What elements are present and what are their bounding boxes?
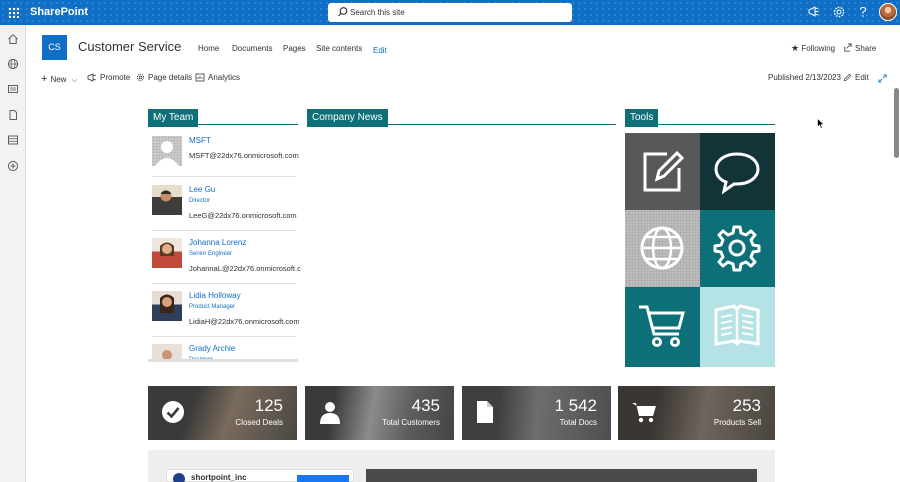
person-photo <box>152 291 182 321</box>
divider <box>152 176 296 177</box>
team-scroll-edge <box>148 359 298 362</box>
page-details-button[interactable]: Page details <box>136 73 192 82</box>
settings-gear-icon[interactable] <box>832 5 846 19</box>
star-icon: ★ <box>791 43 800 53</box>
cart-icon <box>632 403 656 423</box>
gear-icon <box>136 74 145 82</box>
edit-icon <box>643 150 685 192</box>
analytics-icon <box>195 73 205 82</box>
analytics-button[interactable]: Analytics <box>195 73 240 82</box>
megaphone-icon[interactable] <box>807 5 821 19</box>
share-button[interactable]: Share <box>843 43 876 53</box>
team-member[interactable]: Lee Gu Director LeeG@22dx76.onmicrosoft.… <box>152 185 297 225</box>
divider <box>152 283 296 284</box>
nav-site-contents[interactable]: Site contents <box>316 44 362 53</box>
tool-tile-shop[interactable] <box>625 287 700 367</box>
person-photo <box>152 185 182 215</box>
globe-icon[interactable] <box>7 58 19 70</box>
globe-icon <box>640 226 684 270</box>
tools-header: Tools <box>625 107 775 127</box>
user-avatar[interactable] <box>879 3 897 21</box>
page-name[interactable]: shortpoint_inc <box>191 473 247 482</box>
site-title[interactable]: Customer Service <box>78 39 181 54</box>
social-feed-section: shortpoint_inc <box>148 450 775 482</box>
stat-products-sell[interactable]: 253 Products Sell <box>618 386 775 440</box>
person-placeholder-icon <box>152 136 182 166</box>
command-bar: + New ⌵ Promote Page details Analytics Pu… <box>26 69 900 88</box>
page-scrollbar[interactable] <box>894 88 899 158</box>
tool-tile-chat[interactable] <box>700 133 775 210</box>
company-logo-icon <box>173 473 185 482</box>
team-member[interactable]: Johanna Lorenz Senior Engineer JohannaL@… <box>152 238 301 278</box>
divider <box>152 336 296 337</box>
person-icon <box>320 402 340 424</box>
following-button[interactable]: ★ Following <box>791 43 835 54</box>
stat-closed-deals[interactable]: 125 Closed Deals <box>148 386 297 440</box>
file-icon[interactable] <box>7 109 19 121</box>
tool-tile-book[interactable] <box>700 287 775 367</box>
news-icon[interactable] <box>7 83 19 95</box>
tool-tile-settings[interactable] <box>700 210 775 287</box>
home-icon[interactable] <box>7 33 19 45</box>
site-logo[interactable]: CS <box>42 35 67 60</box>
nav-home[interactable]: Home <box>198 44 219 53</box>
published-status: Published 2/13/2023 <box>768 73 841 82</box>
plus-icon: + <box>41 73 48 85</box>
nav-documents[interactable]: Documents <box>232 44 272 53</box>
app-name[interactable]: SharePoint <box>30 6 88 18</box>
expand-icon[interactable] <box>878 74 887 83</box>
chevron-down-icon: ⌵ <box>71 77 77 84</box>
tool-tile-edit[interactable] <box>625 133 700 210</box>
shopping-cart-icon <box>639 305 685 347</box>
document-icon <box>477 401 493 423</box>
stat-total-customers[interactable]: 435 Total Customers <box>305 386 454 440</box>
edit-page-button[interactable]: Edit <box>843 73 869 82</box>
create-icon[interactable] <box>7 160 19 172</box>
company-news-header: Company News <box>307 107 616 127</box>
suite-bar: SharePoint <box>0 0 900 25</box>
follow-button[interactable] <box>297 475 349 482</box>
divider <box>152 230 296 231</box>
person-photo <box>152 238 182 268</box>
book-icon <box>714 304 760 347</box>
nav-edit-link[interactable]: Edit <box>373 46 387 55</box>
nav-pages[interactable]: Pages <box>283 44 306 53</box>
help-icon[interactable] <box>856 5 870 19</box>
site-header: CS Customer Service Home Documents Pages… <box>26 25 900 69</box>
social-feed-card[interactable]: shortpoint_inc <box>166 469 354 482</box>
list-icon[interactable] <box>7 134 19 146</box>
checkmark-icon <box>162 401 184 423</box>
stat-total-docs[interactable]: 1 542 Total Docs <box>462 386 611 440</box>
promote-button[interactable]: Promote <box>87 73 130 82</box>
search-input[interactable] <box>350 5 560 20</box>
share-icon <box>844 43 852 52</box>
gear-icon <box>713 225 761 272</box>
mouse-cursor-icon <box>817 118 825 129</box>
team-member[interactable]: Lidia Holloway Product Manager LidiaH@22… <box>152 291 299 331</box>
search-box[interactable] <box>328 3 572 22</box>
tool-tile-globe[interactable] <box>625 210 700 287</box>
pencil-icon <box>843 74 852 82</box>
video-panel[interactable] <box>366 469 757 482</box>
search-icon <box>338 7 348 17</box>
app-launcher-icon[interactable] <box>8 7 19 18</box>
my-team-header: My Team <box>148 107 298 127</box>
new-button[interactable]: + New ⌵ <box>41 73 77 85</box>
team-member[interactable]: MSFT MSFT@22dx76.onmicrosoft.com <box>152 136 299 172</box>
app-bar <box>0 25 26 482</box>
chat-bubble-icon <box>714 152 760 195</box>
megaphone-icon <box>87 73 97 82</box>
